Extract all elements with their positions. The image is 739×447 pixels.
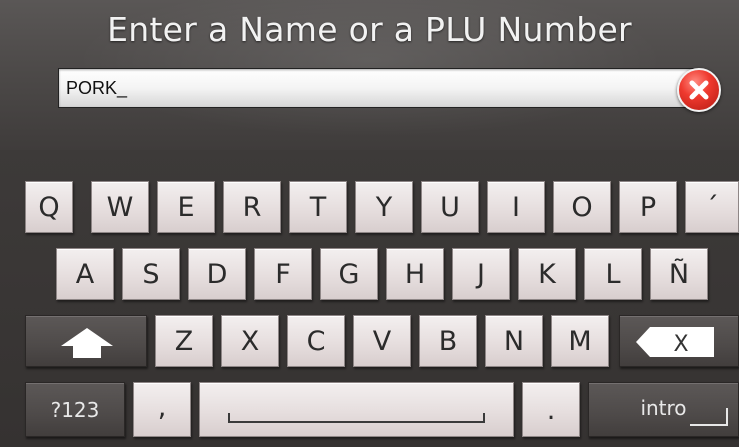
key-f[interactable]: F xyxy=(254,248,312,300)
key-w[interactable]: W xyxy=(91,181,149,233)
key-d[interactable]: D xyxy=(188,248,246,300)
key-z[interactable]: Z xyxy=(155,315,213,367)
key-n-tilde[interactable]: Ñ xyxy=(650,248,708,300)
clear-button[interactable] xyxy=(677,68,721,112)
key-g[interactable]: G xyxy=(320,248,378,300)
key-u[interactable]: U xyxy=(421,181,479,233)
key-k[interactable]: K xyxy=(518,248,576,300)
enter-return-icon xyxy=(690,408,728,426)
key-comma[interactable]: , xyxy=(133,382,191,437)
key-o[interactable]: O xyxy=(553,181,611,233)
key-a[interactable]: A xyxy=(56,248,114,300)
space-bar-icon xyxy=(228,413,485,423)
key-period[interactable]: . xyxy=(522,382,580,437)
page-title: Enter a Name or a PLU Number xyxy=(107,10,632,49)
key-e[interactable]: E xyxy=(157,181,215,233)
key-acute-accent[interactable]: ´ xyxy=(685,181,739,233)
key-t[interactable]: T xyxy=(289,181,347,233)
key-x[interactable]: X xyxy=(221,315,279,367)
close-icon xyxy=(689,80,709,100)
key-m[interactable]: M xyxy=(551,315,609,367)
key-s[interactable]: S xyxy=(122,248,180,300)
shift-arrow-icon xyxy=(61,328,113,358)
key-p[interactable]: P xyxy=(619,181,677,233)
key-i[interactable]: I xyxy=(487,181,545,233)
shift-key[interactable] xyxy=(25,315,147,367)
plu-entry-screen: Enter a Name or a PLU Number PORK_ Q W E… xyxy=(0,0,739,447)
key-y[interactable]: Y xyxy=(355,181,413,233)
enter-key[interactable]: intro xyxy=(588,382,739,437)
numbers-symbols-key[interactable]: ?123 xyxy=(25,382,125,437)
key-r[interactable]: R xyxy=(223,181,281,233)
enter-key-label: intro xyxy=(640,396,687,420)
key-n[interactable]: N xyxy=(485,315,543,367)
backspace-label: X xyxy=(673,332,688,357)
key-j[interactable]: J xyxy=(452,248,510,300)
key-v[interactable]: V xyxy=(353,315,411,367)
key-b[interactable]: B xyxy=(419,315,477,367)
backspace-icon: X xyxy=(636,327,714,357)
backspace-key[interactable]: X xyxy=(619,315,739,367)
key-q[interactable]: Q xyxy=(25,181,73,233)
key-h[interactable]: H xyxy=(386,248,444,300)
key-l[interactable]: L xyxy=(584,248,642,300)
key-c[interactable]: C xyxy=(287,315,345,367)
space-bar-key[interactable] xyxy=(199,382,514,437)
search-input[interactable]: PORK_ xyxy=(58,68,698,108)
